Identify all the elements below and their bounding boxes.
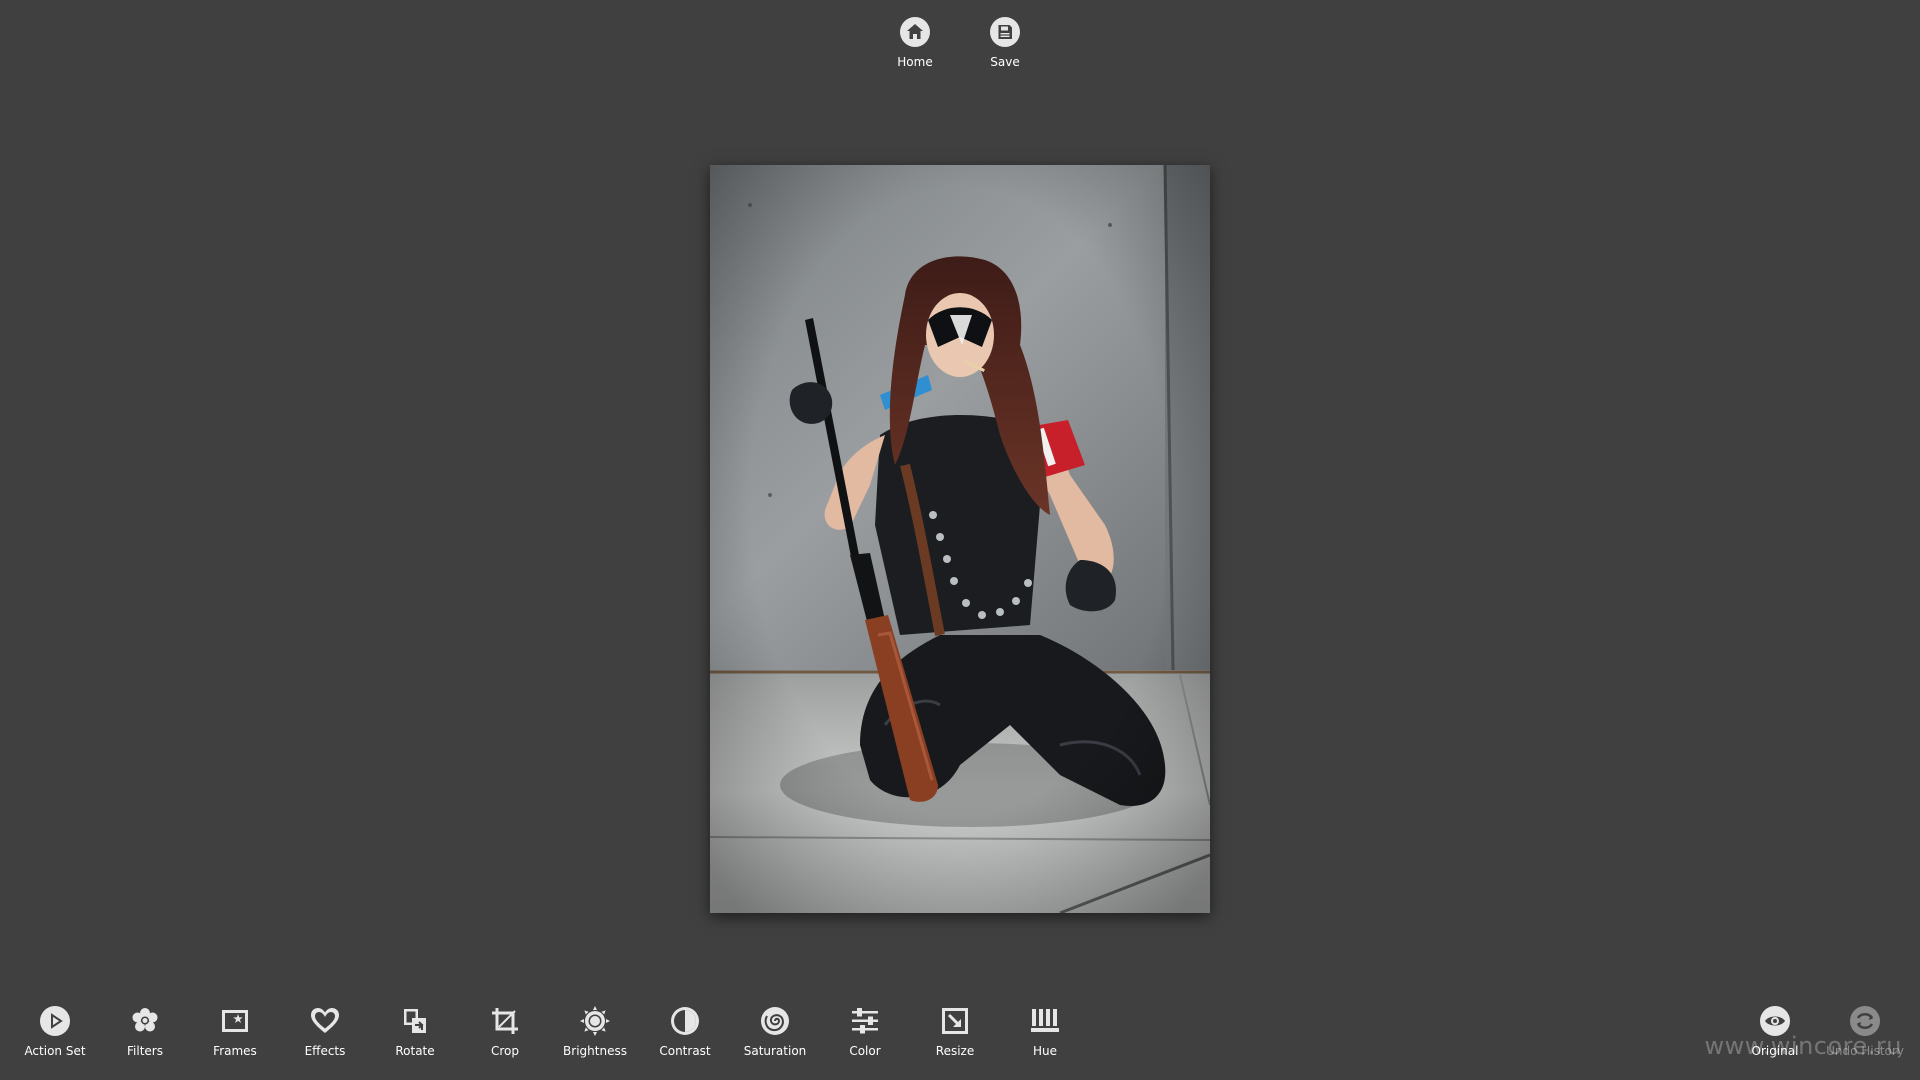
photo-image [710,165,1210,913]
tool-label: Frames [213,1044,257,1058]
tool-label: Contrast [659,1044,711,1058]
save-label: Save [990,55,1020,69]
tool-label: Saturation [743,1044,807,1058]
home-label: Home [897,55,933,69]
tool-filters-button[interactable]: Filters [100,1005,190,1058]
sliders-icon [849,1005,881,1037]
save-button[interactable]: Save [960,16,1050,69]
rotate-icon [399,1005,431,1037]
tool-label: Brightness [563,1044,627,1058]
tool-hue-button[interactable]: Hue [1000,1005,1090,1058]
home-button[interactable]: Home [870,16,960,69]
frame-star-icon [219,1005,251,1037]
tool-label: Effects [304,1044,346,1058]
tool-label: Filters [127,1044,163,1058]
heart-icon [309,1005,341,1037]
tool-crop-button[interactable]: Crop [460,1005,550,1058]
photo-canvas[interactable] [710,165,1210,913]
tool-color-button[interactable]: Color [820,1005,910,1058]
tool-label: Hue [1032,1044,1057,1058]
play-icon [39,1005,71,1037]
tool-label: Action Set [24,1044,86,1058]
tool-label: Color [849,1044,881,1058]
bars-icon [1029,1005,1061,1037]
tool-label: Crop [490,1044,519,1058]
tool-action-set-button[interactable]: Action Set [10,1005,100,1058]
watermark: www.wincore.ru [1704,1032,1902,1060]
tool-resize-button[interactable]: Resize [910,1005,1000,1058]
tool-brightness-button[interactable]: Brightness [550,1005,640,1058]
tool-saturation-button[interactable]: Saturation [730,1005,820,1058]
tool-rotate-button[interactable]: Rotate [370,1005,460,1058]
flower-icon [129,1005,161,1037]
spiral-icon [759,1005,791,1037]
resize-icon [939,1005,971,1037]
bottom-app-bar: Action Set Filters Frames Effects Rotate Crop… [0,1005,1920,1080]
sun-icon [579,1005,611,1037]
tool-label: Rotate [395,1044,435,1058]
home-icon [899,16,931,48]
crop-icon [489,1005,521,1037]
tool-label: Resize [935,1044,975,1058]
tool-contrast-button[interactable]: Contrast [640,1005,730,1058]
contrast-icon [669,1005,701,1037]
tool-frames-button[interactable]: Frames [190,1005,280,1058]
floppy-disk-icon [989,16,1021,48]
tool-effects-button[interactable]: Effects [280,1005,370,1058]
